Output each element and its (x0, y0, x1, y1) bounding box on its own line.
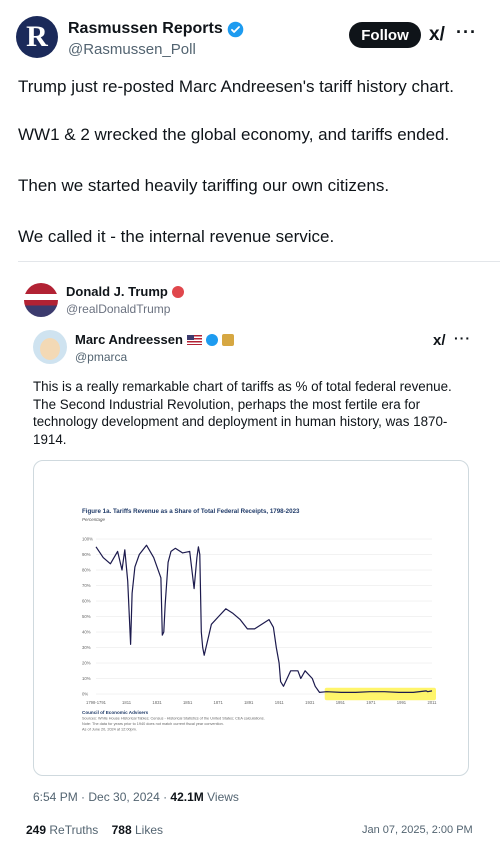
y-tick-label: 80% (82, 568, 91, 573)
grok-icon[interactable]: x/ (433, 332, 446, 349)
display-name-text[interactable]: Rasmussen Reports (68, 20, 223, 38)
avatar[interactable] (33, 330, 67, 364)
x-tick-label: 1871 (214, 700, 224, 705)
handle[interactable]: @Rasmussen_Poll (68, 41, 196, 58)
post-header: R Rasmussen Reports @Rasmussen_Poll Foll… (16, 14, 486, 62)
x-tick-label: 1851 (183, 700, 193, 705)
y-tick-label: 100% (82, 537, 93, 542)
y-tick-label: 40% (82, 630, 91, 635)
follow-button[interactable]: Follow (349, 22, 421, 48)
display-name[interactable]: Donald J. Trump (66, 284, 184, 299)
views-count: 42.1M (170, 790, 204, 804)
chart-note: As of June 20, 2024 at 12:00pm. (82, 728, 137, 732)
highlight-band (324, 687, 436, 701)
x-tick-label: 1951 (336, 700, 346, 705)
more-options-icon[interactable]: ··· (456, 22, 477, 43)
tweet-text-line-3: Then we started heavily tariffing our ow… (18, 176, 390, 195)
engagement-bar: 249 ReTruths 788 Likes (26, 823, 173, 837)
x-tick-label: 1931 (305, 700, 315, 705)
display-name[interactable]: Rasmussen Reports (68, 20, 244, 38)
y-tick-label: 30% (82, 645, 91, 650)
truth-post-header: Donald J. Trump @realDonaldTrump (24, 283, 484, 319)
embedded-post-text: This is a really remarkable chart of tar… (33, 379, 452, 447)
display-name[interactable]: Marc Andreessen (75, 332, 234, 347)
tweet-text-line-4: We called it - the internal revenue serv… (18, 227, 335, 246)
verified-badge-icon (171, 285, 184, 298)
post-date: Jan 07, 2025, 2:00 PM (362, 824, 473, 836)
post-meta: 6:54 PM · Dec 30, 2024 · 42.1M Views (33, 790, 239, 804)
avatar[interactable]: R (16, 16, 58, 58)
embedded-post-header: Marc Andreessen @pmarca x/ ··· (33, 330, 473, 370)
affiliate-badge-icon (221, 333, 234, 346)
us-flag-icon (186, 334, 202, 345)
x-tick-label: 1991 (397, 700, 407, 705)
display-name-text[interactable]: Donald J. Trump (66, 284, 168, 299)
chart-title: Figure 1a. Tariffs Revenue as a Share of… (82, 508, 300, 515)
y-tick-label: 70% (82, 583, 91, 588)
retruths-label[interactable]: ReTruths (49, 823, 98, 837)
x-tick-label: 1891 (244, 700, 254, 705)
retruths-count[interactable]: 249 (26, 823, 46, 837)
x-tick-label: 2011 (427, 700, 437, 705)
chart-note: Council of Economic Advisers (82, 710, 149, 715)
views-label: Views (207, 790, 239, 804)
y-tick-label: 10% (82, 676, 91, 681)
x-tick-label: 1971 (366, 700, 376, 705)
likes-label[interactable]: Likes (135, 823, 163, 837)
verified-badge-icon (205, 333, 218, 346)
tariff-share-line (95, 544, 433, 693)
divider (18, 261, 500, 262)
y-tick-label: 0% (82, 692, 88, 697)
verified-badge-icon (227, 21, 244, 37)
avatar[interactable] (24, 283, 58, 317)
chart-note: Sources: White House Historical Tables; … (82, 717, 265, 721)
display-name-text[interactable]: Marc Andreessen (75, 332, 183, 347)
grok-icon[interactable]: x/ (429, 24, 445, 46)
tariff-chart: Figure 1a. Tariffs Revenue as a Share of… (82, 508, 437, 732)
handle[interactable]: @realDonaldTrump (66, 302, 170, 316)
y-axis-label: Percentage (82, 517, 106, 522)
x-tick-label: 1811 (122, 700, 132, 705)
likes-count[interactable]: 788 (112, 823, 132, 837)
chart-image-card[interactable]: Figure 1a. Tariffs Revenue as a Share of… (33, 460, 469, 776)
chart-note: Note: The data for years prior to 1940 d… (82, 722, 224, 726)
x-tick-label: 1831 (152, 700, 162, 705)
y-tick-label: 60% (82, 599, 91, 604)
tweet-text-line-1: Trump just re-posted Marc Andreesen's ta… (18, 77, 454, 96)
x-tick-label: 1911 (275, 700, 285, 705)
y-tick-label: 90% (82, 552, 91, 557)
handle[interactable]: @pmarca (75, 350, 127, 364)
more-options-icon[interactable]: ··· (454, 330, 471, 346)
post-timestamp[interactable]: 6:54 PM · Dec 30, 2024 · (33, 790, 167, 804)
y-tick-label: 20% (82, 661, 91, 666)
x-tick-label: 1798-1791 (86, 700, 107, 705)
tweet-text-line-2: WW1 & 2 wrecked the global economy, and … (18, 125, 450, 144)
y-tick-label: 50% (82, 614, 91, 619)
